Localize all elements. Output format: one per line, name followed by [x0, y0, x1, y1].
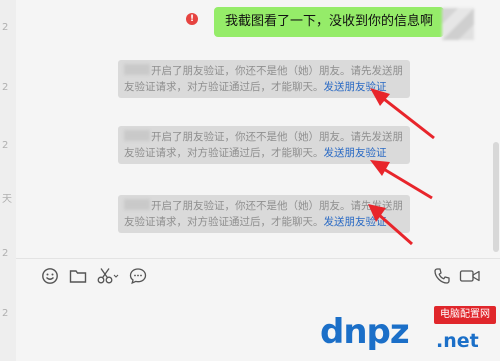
friend-verification-notice: 开启了朋友验证，你还不是他（她）朋友。请先发送朋友验证请求，对方验证通过后，才能… [118, 126, 410, 164]
my-avatar[interactable] [442, 8, 474, 40]
video-icon[interactable] [458, 266, 482, 286]
left-edge-text: 2 [2, 82, 9, 93]
scissors-icon[interactable] [96, 266, 120, 286]
chat-bubble-icon[interactable] [128, 266, 148, 286]
left-edge-text: 天 [2, 194, 12, 205]
emoji-icon[interactable] [40, 266, 60, 286]
blurred-contact-name [124, 199, 150, 210]
blurred-contact-name [124, 64, 150, 75]
send-verification-link[interactable]: 发送朋友验证 [324, 81, 387, 93]
left-edge-text: 2 [2, 308, 9, 319]
contact-list-edge: 2 2 2 天 2 2 [0, 0, 16, 361]
outgoing-message-bubble[interactable]: 我截图看了一下，没收到你的信息啊 [214, 7, 451, 37]
friend-verification-notice: 开启了朋友验证，你还不是他（她）朋友。请先发送朋友验证请求，对方验证通过后，才能… [118, 60, 410, 98]
left-edge-text: 2 [2, 248, 9, 259]
friend-verification-notice: 开启了朋友验证，你还不是他（她）朋友。请先发送朋友验证请求，对方验证通过后，才能… [118, 195, 410, 233]
watermark-tld: .net [436, 330, 479, 352]
phone-icon[interactable] [432, 266, 452, 286]
left-edge-text: 2 [2, 22, 9, 33]
watermark-badge: 电脑配置网 [434, 306, 496, 324]
send-failed-icon[interactable]: ! [186, 13, 198, 25]
chat-scrollbar[interactable] [492, 0, 500, 258]
send-verification-link[interactable]: 发送朋友验证 [324, 147, 387, 159]
left-edge-text: 2 [2, 140, 9, 151]
blurred-contact-name [124, 130, 150, 141]
site-watermark: dnpz .net 电脑配置网 [320, 306, 496, 358]
send-verification-link[interactable]: 发送朋友验证 [324, 216, 387, 228]
scroll-thumb[interactable] [493, 142, 499, 252]
folder-icon[interactable] [68, 266, 88, 286]
watermark-brand: dnpz [320, 312, 410, 352]
